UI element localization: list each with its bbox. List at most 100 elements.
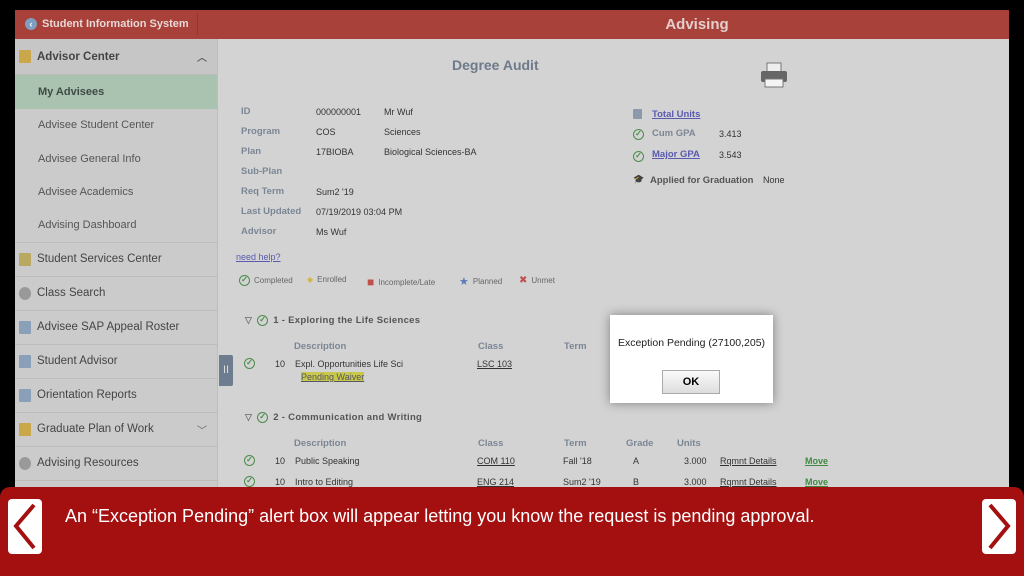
field-label: Last Updated bbox=[241, 206, 302, 217]
field-value: Ms Wuf bbox=[316, 227, 347, 237]
legend-label: Completed bbox=[254, 276, 293, 285]
sidebar-item-label: Advisee Student Center bbox=[38, 119, 155, 132]
globe-icon bbox=[19, 286, 31, 300]
person-icon bbox=[19, 252, 31, 266]
legend-item: ✖ Unmet bbox=[519, 275, 555, 286]
requirement-details-link[interactable]: Rqmnt Details bbox=[720, 477, 777, 487]
x-icon: ✖ bbox=[519, 275, 528, 286]
class-link[interactable]: LSC 103 bbox=[477, 359, 512, 369]
requirement-details-link[interactable]: Rqmnt Details bbox=[720, 456, 777, 466]
sidebar-item-label: Advising Resources bbox=[37, 457, 139, 469]
sidebar-item[interactable]: Advising Dashboard bbox=[15, 209, 217, 243]
legend-label: Enrolled bbox=[317, 275, 347, 284]
chevron-down-icon[interactable]: ﹀ bbox=[197, 422, 207, 437]
check-icon: ✓ bbox=[239, 275, 250, 286]
group-title: 1 - Exploring the Life Sciences bbox=[273, 315, 421, 326]
course-number: 10 bbox=[275, 456, 286, 466]
chevron-up-icon[interactable]: ︿ bbox=[197, 49, 207, 64]
sidebar-item-label: Graduate Plan of Work bbox=[37, 423, 154, 435]
course-description: Intro to Editing bbox=[295, 477, 354, 487]
cum-gpa-label: Cum GPA bbox=[652, 128, 696, 139]
sidebar-item[interactable]: Advisor Center ︿ bbox=[15, 39, 217, 75]
field-label: Advisor bbox=[241, 226, 277, 237]
sidebar-item[interactable]: Student Services Center bbox=[15, 243, 217, 277]
sidebar-item[interactable]: Advisee SAP Appeal Roster bbox=[15, 311, 217, 345]
calculator-icon bbox=[633, 109, 642, 119]
sidebar-item-label: My Advisees bbox=[38, 85, 105, 98]
window-icon bbox=[19, 320, 31, 334]
field-value: 17BIOBA bbox=[316, 147, 354, 157]
sidebar-item[interactable]: Advising Resources bbox=[15, 447, 217, 481]
column-header: Description bbox=[294, 438, 347, 449]
sidebar-item-label: Student Services Center bbox=[37, 253, 162, 265]
sidebar-item[interactable]: My Advisees bbox=[15, 75, 217, 109]
sidebar-item[interactable]: Orientation Reports bbox=[15, 379, 217, 413]
sidebar-collapse-handle[interactable]: II bbox=[219, 355, 233, 386]
check-icon: ✓ bbox=[257, 315, 269, 326]
grade: B bbox=[633, 477, 640, 487]
sidebar-item[interactable]: Advisee General Info bbox=[15, 142, 217, 176]
diamond-icon: ◆ bbox=[307, 275, 314, 284]
legend-item: ◆ Enrolled bbox=[307, 275, 347, 284]
need-help-link[interactable]: need help? bbox=[236, 252, 281, 262]
column-header: Class bbox=[478, 438, 504, 449]
term: Sum2 '19 bbox=[563, 477, 601, 487]
column-header: Term bbox=[564, 341, 587, 352]
triangle-down-icon[interactable]: ▽ bbox=[245, 412, 252, 423]
alert-message: Exception Pending (27100,205) bbox=[617, 337, 766, 349]
sidebar-item[interactable]: Student Advisor bbox=[15, 345, 217, 379]
sidebar-item-label: Advisee Academics bbox=[38, 186, 134, 199]
course-description: Expl. Opportunities Life Sci bbox=[295, 359, 404, 369]
requirement-group-header[interactable]: ▽ ✓ 2 - Communication and Writing bbox=[245, 412, 422, 423]
sidebar-item[interactable]: Advisee Academics bbox=[15, 176, 217, 210]
cum-gpa-value: 3.413 bbox=[719, 129, 742, 139]
class-link[interactable]: ENG 214 bbox=[477, 477, 514, 487]
column-header: Term bbox=[564, 438, 587, 449]
alert-dialog: Exception Pending (27100,205) OK bbox=[610, 315, 773, 403]
column-header: Units bbox=[677, 438, 701, 449]
field-value: 07/19/2019 03:04 PM bbox=[316, 207, 403, 217]
units: 3.000 bbox=[684, 456, 707, 466]
field-value: COS bbox=[316, 127, 336, 137]
check-icon: ✓ bbox=[633, 151, 644, 162]
window-icon bbox=[19, 354, 31, 368]
units: 3.000 bbox=[684, 477, 707, 487]
pending-waiver-link[interactable]: Pending Waiver bbox=[301, 372, 365, 382]
field-label: Program bbox=[241, 126, 281, 137]
sidebar-item-label: Advisee SAP Appeal Roster bbox=[37, 321, 180, 333]
next-button[interactable] bbox=[982, 499, 1016, 554]
book-icon bbox=[19, 422, 31, 436]
chevron-right-icon bbox=[988, 503, 1011, 550]
degree-audit-title: Degree Audit bbox=[452, 57, 539, 73]
column-header: Class bbox=[478, 341, 504, 352]
move-link[interactable]: Move bbox=[805, 477, 828, 487]
field-value: Sum2 '19 bbox=[316, 187, 354, 197]
requirement-group-header[interactable]: ▽ ✓ 1 - Exploring the Life Sciences bbox=[245, 315, 420, 326]
sidebar: Advisor Center ︿ My Advisees Advisee Studen… bbox=[15, 39, 218, 490]
graduation-value: None bbox=[763, 175, 785, 185]
previous-button[interactable] bbox=[8, 499, 42, 554]
graduation-cap-icon: 🎓 bbox=[633, 174, 645, 184]
chevron-left-icon bbox=[13, 503, 36, 550]
field-label: ID bbox=[241, 106, 251, 117]
app-window: ‹ Student Information System Advising Adv… bbox=[15, 10, 1009, 490]
page-title: Advising bbox=[665, 16, 729, 33]
globe-icon bbox=[19, 456, 31, 470]
caption-text: An “Exception Pending” alert box will ap… bbox=[65, 506, 815, 526]
course-number: 10 bbox=[275, 477, 286, 487]
major-gpa-link[interactable]: Major GPA bbox=[652, 149, 700, 160]
field-value-detail: Biological Sciences-BA bbox=[384, 147, 477, 157]
class-link[interactable]: COM 110 bbox=[477, 456, 515, 466]
header-bar: ‹ Student Information System Advising bbox=[15, 10, 1009, 39]
field-label: Plan bbox=[241, 146, 262, 157]
printer-icon[interactable] bbox=[759, 61, 789, 89]
square-icon: ■ bbox=[367, 275, 375, 289]
ok-button[interactable]: OK bbox=[662, 370, 720, 394]
triangle-down-icon[interactable]: ▽ bbox=[245, 315, 252, 326]
move-link[interactable]: Move bbox=[805, 456, 828, 466]
term: Fall '18 bbox=[563, 456, 592, 466]
sidebar-item[interactable]: Advisee Student Center bbox=[15, 109, 217, 143]
total-units-link[interactable]: Total Units bbox=[652, 109, 700, 120]
sidebar-item[interactable]: Graduate Plan of Work ﹀ bbox=[15, 413, 217, 447]
sidebar-item[interactable]: Class Search bbox=[15, 277, 217, 311]
